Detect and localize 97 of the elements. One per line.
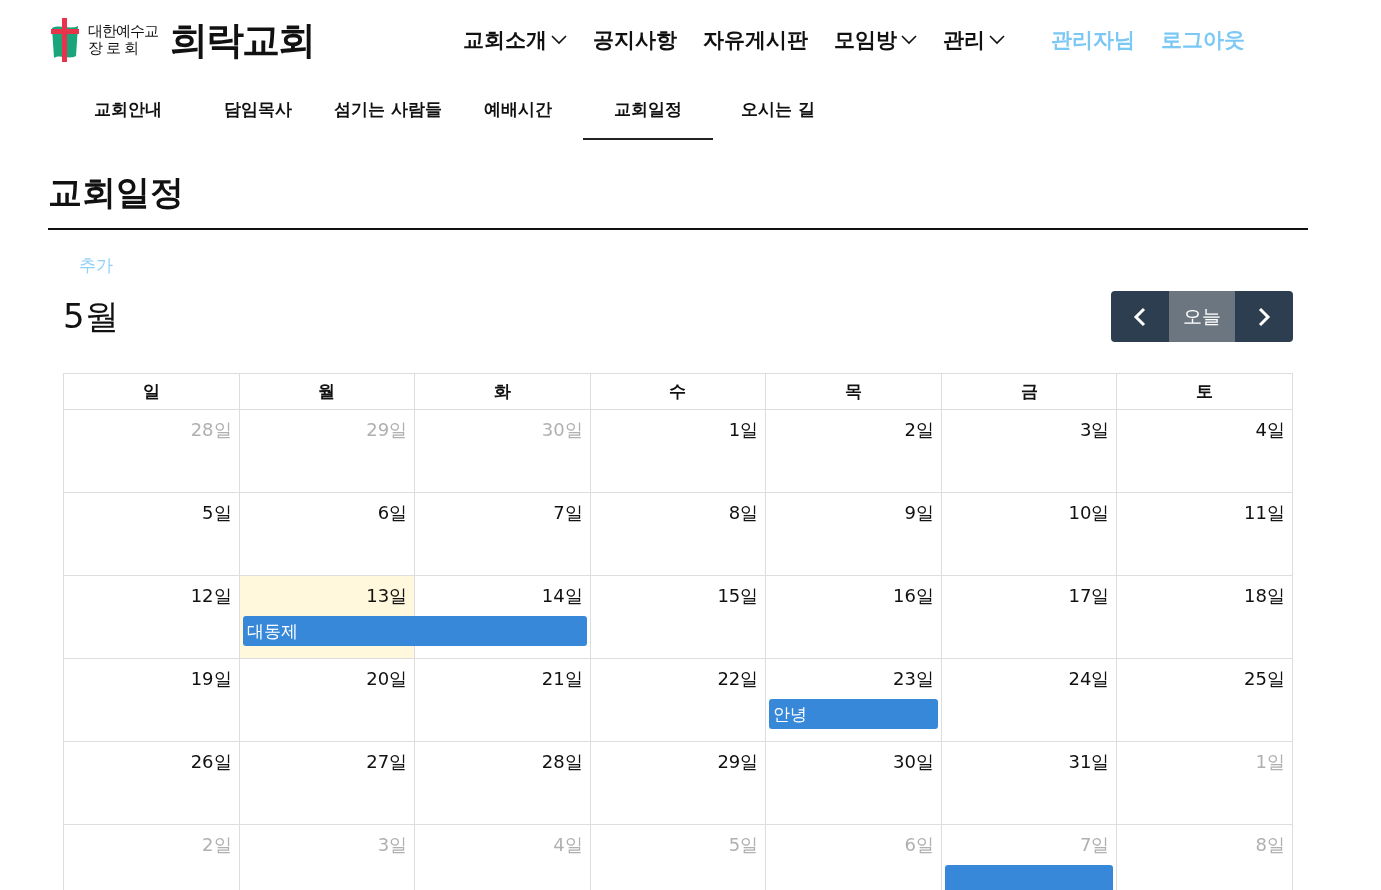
nav-menu-item[interactable]: 모임방: [834, 26, 917, 54]
day-cell[interactable]: 7일: [415, 493, 591, 576]
day-cell[interactable]: 23일 안녕: [766, 659, 942, 742]
day-number: 31일: [1068, 750, 1111, 774]
day-number: 23일: [892, 667, 935, 691]
nav-menu-item[interactable]: 교회소개: [463, 26, 567, 54]
day-number: 3일: [377, 833, 409, 857]
day-cell[interactable]: 1일: [590, 410, 767, 493]
day-number: 6일: [904, 833, 935, 857]
sub-tab[interactable]: 예배시간: [453, 80, 583, 140]
day-number: 26일: [190, 750, 233, 774]
day-number: 20일: [366, 667, 409, 691]
day-cell[interactable]: 3일: [941, 410, 1118, 493]
day-number: 29일: [366, 418, 409, 442]
day-number: 27일: [366, 750, 409, 774]
day-number: 30일: [541, 418, 584, 442]
day-number: 8일: [728, 501, 760, 525]
denomination-text: 장 로 회: [88, 40, 139, 57]
day-cell[interactable]: 30일: [766, 742, 942, 825]
today-button[interactable]: 오늘: [1169, 291, 1235, 342]
day-number: 1일: [728, 418, 760, 442]
day-cell[interactable]: 16일: [766, 576, 942, 659]
day-cell[interactable]: 5일: [64, 493, 240, 576]
church-name-logo: 희락교회: [170, 16, 314, 64]
day-cell[interactable]: 11일: [1117, 493, 1293, 576]
day-number: 4일: [553, 833, 584, 857]
day-number: 8일: [1255, 833, 1286, 857]
day-number: 10일: [1068, 501, 1111, 525]
day-number: 19일: [190, 667, 233, 691]
day-cell[interactable]: 2일: [766, 410, 942, 493]
chevron-right-icon: [1257, 306, 1271, 327]
day-cell[interactable]: 19일: [64, 659, 240, 742]
day-number: 17일: [1068, 584, 1111, 608]
day-number: 2일: [904, 418, 935, 442]
day-number: 4일: [1255, 418, 1286, 442]
day-number: 7일: [1079, 833, 1111, 857]
sub-tab[interactable]: 담임목사: [193, 80, 323, 140]
sub-tab[interactable]: 오시는 길: [713, 80, 843, 140]
day-number: 30일: [892, 750, 935, 774]
day-cell[interactable]: 10일: [941, 493, 1118, 576]
day-number: 16일: [892, 584, 935, 608]
day-number: 15일: [717, 584, 760, 608]
today-cell[interactable]: 13일 대동제: [239, 576, 416, 659]
day-cell[interactable]: 6일: [239, 493, 416, 576]
day-cell[interactable]: 9일: [766, 493, 942, 576]
sub-tab[interactable]: 교회일정: [583, 80, 713, 140]
event-bar[interactable]: 대동제: [242, 616, 416, 646]
day-cell[interactable]: 27일: [239, 742, 416, 825]
denomination-text: 대한예수교: [88, 23, 158, 40]
day-number: 28일: [541, 750, 584, 774]
day-number: 22일: [717, 667, 760, 691]
nav-menu-item[interactable]: 공지사항: [593, 26, 677, 54]
day-cell[interactable]: 4일: [1117, 410, 1293, 493]
page-title: 교회일정: [48, 170, 1308, 230]
day-cell[interactable]: 20일: [239, 659, 416, 742]
sub-tab[interactable]: 교회안내: [63, 80, 193, 140]
day-cell[interactable]: 17일: [941, 576, 1118, 659]
day-number: 28일: [190, 418, 233, 442]
day-number: 3일: [1079, 418, 1111, 442]
day-number: 5일: [728, 833, 760, 857]
day-number: 1일: [1255, 750, 1286, 774]
day-cell[interactable]: 22일: [590, 659, 767, 742]
day-number: 13일: [366, 584, 409, 608]
month-title: 5월: [63, 294, 119, 338]
day-number: 7일: [553, 501, 584, 525]
day-number: 18일: [1244, 584, 1286, 608]
cross-logo-icon: [48, 16, 82, 64]
day-number: 29일: [717, 750, 760, 774]
day-cell[interactable]: 28일: [415, 742, 591, 825]
event-bar[interactable]: 안녕: [769, 699, 938, 729]
chevron-left-icon: [1133, 306, 1147, 327]
day-cell[interactable]: 15일: [590, 576, 767, 659]
day-cell[interactable]: 21일: [415, 659, 591, 742]
nav-menu-item[interactable]: 자유게시판: [703, 26, 808, 54]
previous-button[interactable]: [1111, 291, 1169, 342]
day-cell[interactable]: 25일: [1117, 659, 1293, 742]
day-number: 11일: [1244, 501, 1286, 525]
next-button[interactable]: [1235, 291, 1293, 342]
day-cell[interactable]: 24일: [941, 659, 1118, 742]
day-number: 9일: [904, 501, 935, 525]
day-cell[interactable]: 12일: [64, 576, 240, 659]
day-number: 5일: [202, 501, 233, 525]
day-cell[interactable]: 31일: [941, 742, 1118, 825]
sub-tab[interactable]: 섬기는 사람들: [323, 80, 453, 140]
day-cell[interactable]: 8일: [590, 493, 767, 576]
day-cell[interactable]: 26일: [64, 742, 240, 825]
day-number: 2일: [202, 833, 233, 857]
day-number: 14일: [541, 584, 584, 608]
day-number: 24일: [1068, 667, 1111, 691]
day-cell[interactable]: 18일: [1117, 576, 1293, 659]
day-number: 12일: [190, 584, 233, 608]
day-number: 25일: [1244, 667, 1286, 691]
day-number: 6일: [377, 501, 409, 525]
day-cell[interactable]: 14일: [415, 576, 591, 659]
day-cell[interactable]: 29일: [590, 742, 767, 825]
nav-menu-item[interactable]: 관리: [943, 26, 1005, 54]
day-number: 21일: [541, 667, 584, 691]
